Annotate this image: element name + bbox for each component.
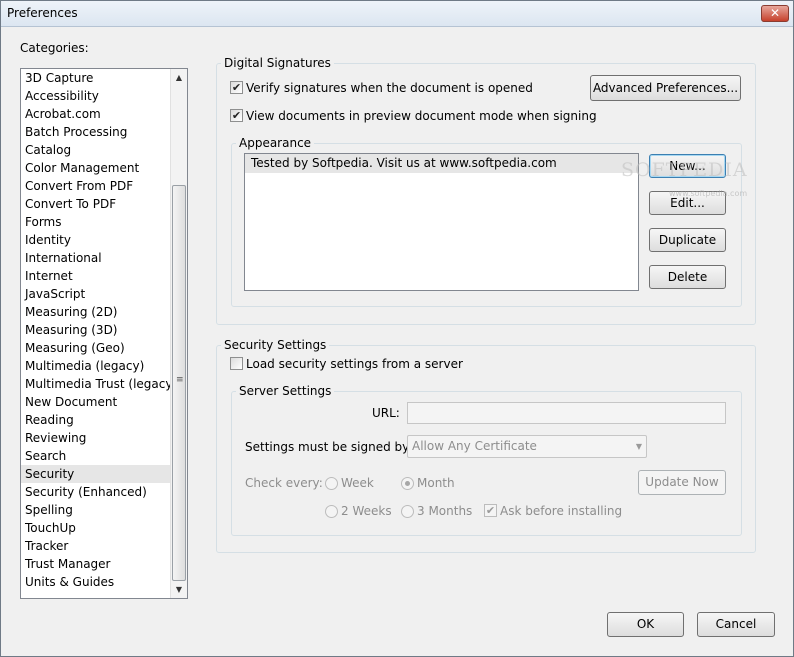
- category-item[interactable]: Security: [21, 465, 170, 483]
- three-months-radio[interactable]: [401, 505, 414, 518]
- category-item[interactable]: Catalog: [21, 141, 170, 159]
- category-item[interactable]: Forms: [21, 213, 170, 231]
- window-title: Preferences: [7, 6, 78, 20]
- preview-mode-checkbox[interactable]: ✔: [230, 109, 243, 122]
- category-item[interactable]: Multimedia Trust (legacy): [21, 375, 177, 393]
- advanced-preferences-button[interactable]: Advanced Preferences...: [590, 75, 741, 101]
- cancel-button[interactable]: Cancel: [697, 612, 775, 637]
- category-item[interactable]: Reviewing: [21, 429, 170, 447]
- delete-appearance-button[interactable]: Delete: [649, 265, 726, 289]
- close-icon: ✕: [769, 6, 781, 20]
- duplicate-appearance-button[interactable]: Duplicate: [649, 228, 726, 252]
- chevron-down-icon: ▼: [635, 442, 642, 451]
- category-item[interactable]: Units & Guides: [21, 573, 170, 591]
- verify-signatures-label[interactable]: Verify signatures when the document is o…: [246, 81, 533, 95]
- softpedia-watermark-url: www.softpedia.com: [669, 189, 748, 198]
- category-item[interactable]: Convert From PDF: [21, 177, 170, 195]
- security-settings-title: Security Settings: [221, 338, 330, 352]
- category-item[interactable]: Convert To PDF: [21, 195, 170, 213]
- categories-scrollbar[interactable]: ▲ ≡ ▼: [170, 69, 187, 598]
- close-button[interactable]: ✕: [761, 5, 789, 22]
- server-settings-title: Server Settings: [236, 384, 335, 398]
- ok-button[interactable]: OK: [607, 612, 684, 637]
- preferences-dialog: Preferences ✕ Categories: 3D Capture Acce…: [0, 0, 794, 657]
- two-weeks-label[interactable]: 2 Weeks: [341, 504, 392, 518]
- month-radio[interactable]: [401, 477, 414, 490]
- categories-list[interactable]: 3D Capture Accessibility Acrobat.com Batch …: [20, 68, 188, 599]
- update-now-button[interactable]: Update Now: [638, 470, 726, 495]
- appearance-title: Appearance: [236, 136, 315, 150]
- categories-items: 3D Capture Accessibility Acrobat.com Batch …: [21, 69, 177, 591]
- ask-before-installing-label[interactable]: Ask before installing: [500, 504, 622, 518]
- softpedia-watermark: SOFTPEDIA: [621, 159, 748, 181]
- category-item[interactable]: Accessibility: [21, 87, 170, 105]
- load-from-server-checkbox[interactable]: [230, 357, 243, 370]
- category-item[interactable]: Batch Processing: [21, 123, 170, 141]
- week-radio[interactable]: [325, 477, 338, 490]
- two-weeks-radio[interactable]: [325, 505, 338, 518]
- three-months-label[interactable]: 3 Months: [417, 504, 472, 518]
- check-icon: ✔: [485, 504, 496, 517]
- category-item[interactable]: Acrobat.com: [21, 105, 170, 123]
- category-item[interactable]: Tracker: [21, 537, 170, 555]
- scroll-thumb[interactable]: ≡: [172, 185, 186, 581]
- signed-by-label: Settings must be signed by:: [245, 440, 413, 454]
- digital-signatures-title: Digital Signatures: [221, 56, 334, 70]
- category-item[interactable]: Multimedia (legacy): [21, 357, 170, 375]
- ask-before-installing-checkbox[interactable]: ✔: [484, 504, 497, 517]
- check-icon: ✔: [231, 109, 242, 122]
- preview-mode-label[interactable]: View documents in preview document mode …: [246, 109, 597, 123]
- appearance-item[interactable]: Tested by Softpedia. Visit us at www.sof…: [245, 154, 638, 173]
- title-bar: Preferences ✕: [1, 1, 793, 27]
- url-field[interactable]: [407, 402, 726, 424]
- week-label[interactable]: Week: [341, 476, 374, 490]
- category-item[interactable]: Internet: [21, 267, 170, 285]
- category-item[interactable]: Measuring (Geo): [21, 339, 170, 357]
- load-from-server-label[interactable]: Load security settings from a server: [246, 357, 463, 371]
- signed-by-value: Allow Any Certificate: [412, 439, 537, 453]
- category-item[interactable]: Security (Enhanced): [21, 483, 170, 501]
- category-item[interactable]: International: [21, 249, 170, 267]
- category-item[interactable]: Search: [21, 447, 170, 465]
- category-item[interactable]: Identity: [21, 231, 170, 249]
- category-item[interactable]: JavaScript: [21, 285, 170, 303]
- check-every-label: Check every:: [245, 476, 323, 490]
- verify-signatures-checkbox[interactable]: ✔: [230, 81, 243, 94]
- category-item[interactable]: TouchUp: [21, 519, 170, 537]
- url-label: URL:: [372, 406, 400, 420]
- signed-by-select[interactable]: Allow Any Certificate ▼: [407, 435, 647, 458]
- scroll-down-icon[interactable]: ▼: [171, 581, 187, 598]
- category-item[interactable]: New Document: [21, 393, 170, 411]
- check-icon: ✔: [231, 81, 242, 94]
- month-label[interactable]: Month: [417, 476, 455, 490]
- category-item[interactable]: Measuring (2D): [21, 303, 170, 321]
- category-item[interactable]: 3D Capture: [21, 69, 170, 87]
- grip-icon: ≡: [176, 375, 184, 385]
- category-item[interactable]: Reading: [21, 411, 170, 429]
- category-item[interactable]: Measuring (3D): [21, 321, 170, 339]
- categories-label: Categories:: [20, 41, 89, 55]
- category-item[interactable]: Trust Manager: [21, 555, 170, 573]
- category-item[interactable]: Spelling: [21, 501, 170, 519]
- appearance-list[interactable]: Tested by Softpedia. Visit us at www.sof…: [244, 153, 639, 291]
- scroll-up-icon[interactable]: ▲: [171, 69, 187, 86]
- category-item[interactable]: Color Management: [21, 159, 170, 177]
